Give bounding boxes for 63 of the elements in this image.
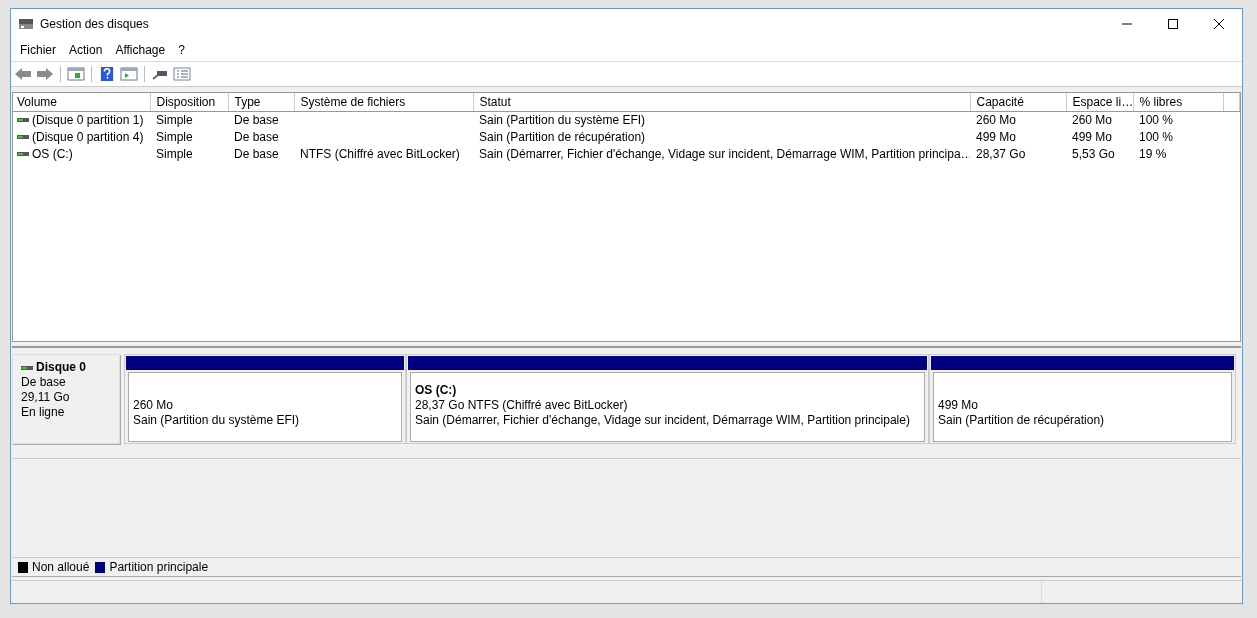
maximize-icon — [1167, 17, 1179, 30]
menu-item[interactable]: ? — [172, 43, 191, 57]
table-cell: OS (C:) — [32, 146, 73, 161]
window-title: Gestion des disques — [40, 17, 149, 31]
table-cell: Sain (Partition de récupération) — [479, 129, 646, 144]
partition-title: OS (C:) — [415, 383, 458, 398]
column-header[interactable]: Espace li… — [1066, 93, 1133, 111]
column-header[interactable]: % libres — [1133, 93, 1223, 111]
disk-info-panel[interactable]: Disque 0 De base 29,11 Go En ligne — [12, 354, 120, 444]
partition-detail: 260 Mo — [133, 398, 175, 413]
legend-label: Partition principale — [109, 560, 209, 574]
menu-item[interactable]: Action — [63, 43, 109, 57]
disk-drive-icon — [18, 17, 34, 31]
column-header[interactable]: Disposition — [150, 93, 228, 111]
table-cell: 5,53 Go — [1072, 146, 1115, 161]
panel-icon[interactable] — [120, 67, 138, 81]
table-cell: 260 Mo — [1072, 112, 1113, 127]
table-cell: De base — [234, 129, 279, 144]
back-arrow-icon[interactable] — [14, 67, 32, 81]
table-cell: De base — [234, 112, 279, 127]
partition-block[interactable]: OS (C:) 28,37 Go NTFS (Chiffré avec BitLocker) Sain (Démarrer, Fichier d'échange, Vidage sur incident, Démarrage WIM, Partition principale) — [406, 354, 929, 444]
help-icon[interactable] — [98, 67, 116, 81]
disk-size: 29,11 Go — [21, 390, 71, 405]
disk-status: En ligne — [21, 405, 66, 420]
table-cell: 499 Mo — [976, 129, 1017, 144]
table-cell: Sain (Partition du système EFI) — [479, 112, 646, 127]
drive-icon — [17, 116, 29, 123]
table-cell: 100 % — [1139, 129, 1174, 144]
column-header[interactable]: Système de fichiers — [294, 93, 473, 111]
table-cell: Simple — [156, 129, 193, 144]
partition-detail: Sain (Partition de récupération) — [938, 413, 1106, 428]
table-cell: 260 Mo — [976, 112, 1017, 127]
close-icon — [1213, 17, 1225, 30]
disk-name: Disque 0 — [36, 360, 86, 375]
column-header[interactable]: Volume — [13, 93, 150, 111]
table-cell: Simple — [156, 146, 193, 161]
partition-block[interactable]: 260 Mo Sain (Partition du système EFI) — [124, 354, 406, 444]
partition-detail: Sain (Démarrer, Fichier d'échange, Vidage sur incident, Démarrage WIM, Partition principale) — [415, 413, 911, 428]
partition-detail: 28,37 Go NTFS (Chiffré avec BitLocker) — [415, 398, 629, 413]
legend-label: Non alloué — [32, 560, 90, 574]
drive-icon — [17, 150, 29, 157]
column-header[interactable]: Capacité — [970, 93, 1066, 111]
column-header[interactable]: Type — [228, 93, 294, 111]
table-cell: 19 % — [1139, 146, 1167, 161]
table-cell: (Disque 0 partition 4) — [32, 129, 144, 144]
disk-type: De base — [21, 375, 67, 390]
partition-detail: Sain (Partition du système EFI) — [133, 413, 301, 428]
partition-block[interactable]: 499 Mo Sain (Partition de récupération) — [929, 354, 1236, 444]
table-cell: De base — [234, 146, 279, 161]
table-cell: 100 % — [1139, 112, 1174, 127]
table-cell: 499 Mo — [1072, 129, 1113, 144]
table-cell: 28,37 Go — [976, 146, 1026, 161]
drive-icon — [17, 133, 29, 140]
partition-detail: 499 Mo — [938, 398, 980, 413]
forward-arrow-icon[interactable] — [36, 67, 54, 81]
column-header[interactable]: Statut — [473, 93, 970, 111]
table-cell: Simple — [156, 112, 193, 127]
menu-item[interactable]: Affichage — [109, 43, 172, 57]
panel-icon[interactable] — [67, 67, 85, 81]
drive-icon — [21, 364, 33, 371]
table-cell: NTFS (Chiffré avec BitLocker) — [300, 146, 460, 161]
table-cell: (Disque 0 partition 1) — [32, 112, 144, 127]
menu-item[interactable]: Fichier — [14, 43, 62, 57]
